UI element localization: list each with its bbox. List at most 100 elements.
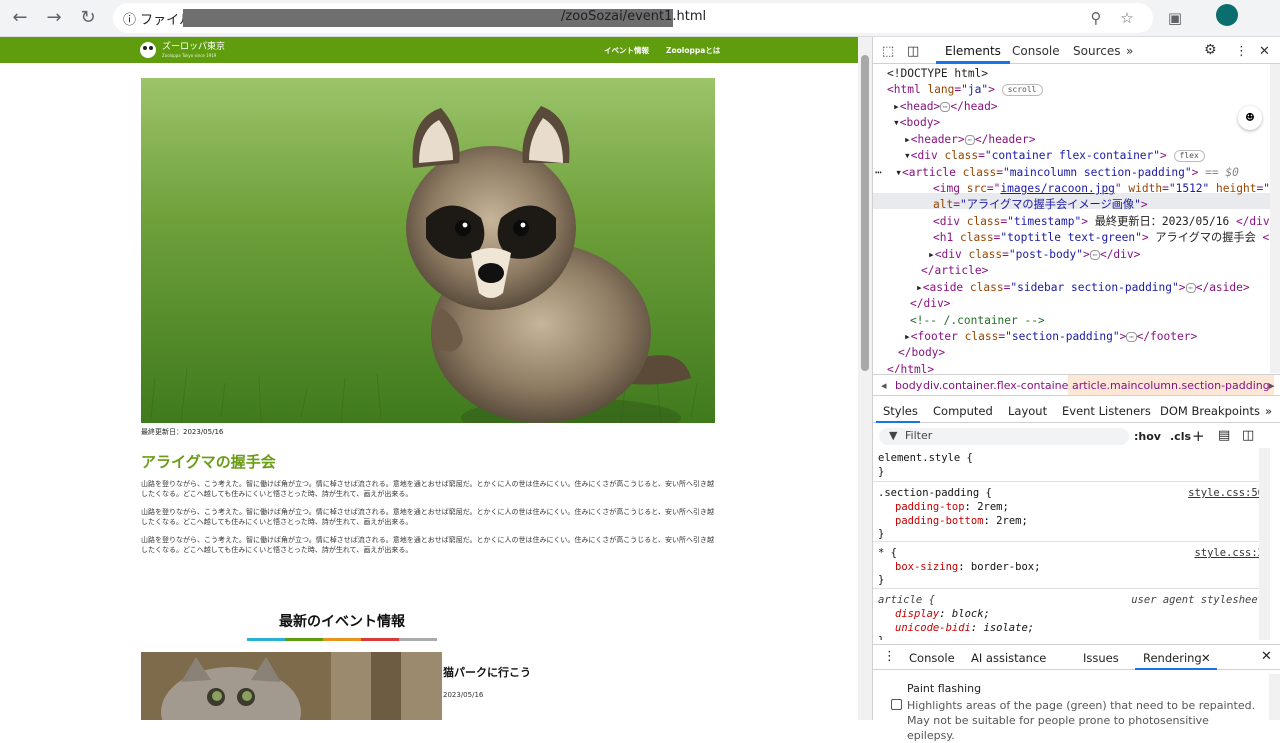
toggle-sidebar-icon[interactable]: ◫ — [1242, 428, 1254, 443]
back-icon[interactable]: ← — [8, 6, 32, 30]
dom-line-postbody[interactable]: ▸<div class="post-body"> ⋯ </div> — [928, 247, 1140, 264]
event-title-link[interactable]: 猫パークに行こう — [443, 664, 531, 680]
accessibility-icon[interactable]: ☻ — [1238, 106, 1262, 130]
drawer-tab-ai-assistance[interactable]: AI assistance — [971, 651, 1046, 665]
tab-sources[interactable]: Sources — [1073, 44, 1120, 58]
more-tabs-icon[interactable]: » — [1126, 44, 1133, 58]
drawer-scrollbar[interactable] — [1269, 674, 1280, 720]
dom-line-aside[interactable]: ▸<aside class="sidebar section-padding">… — [916, 280, 1250, 297]
address-bar[interactable]: ⓘ ファイル /zooSozai/event1.html — [113, 3, 1153, 33]
crumb-container[interactable]: div.container.flex-container — [923, 379, 1073, 392]
forward-icon[interactable]: → — [42, 6, 66, 30]
devtools-tabbar: ⬚ ◫ Elements Console Sources » ⚙ ⋮ ✕ — [873, 37, 1280, 64]
tab-event-listeners[interactable]: Event Listeners — [1062, 404, 1151, 418]
dom-tree[interactable]: <!DOCTYPE html> <html lang="ja"> scroll … — [873, 64, 1280, 373]
close-rendering-tab-icon[interactable]: ✕ — [1201, 651, 1211, 665]
paint-flashing-checkbox[interactable] — [891, 699, 902, 710]
recent-events-heading: 最新のイベント情報 — [279, 614, 405, 630]
styles-scrollbar[interactable] — [1259, 448, 1270, 640]
dom-line-div-close[interactable]: </div> — [910, 296, 950, 313]
dom-line-header[interactable]: ▸<header> ⋯ </header> — [904, 132, 1035, 149]
rule-article-ua[interactable]: article { user agent stylesheet display:… — [873, 589, 1270, 640]
dom-line-html[interactable]: <html lang="ja"> scroll — [887, 82, 1043, 99]
drawer-tabbar: ⋮ Console AI assistance Issues Rendering… — [873, 644, 1280, 670]
settings-gear-icon[interactable]: ⚙ — [1204, 42, 1217, 58]
tab-computed[interactable]: Computed — [933, 404, 993, 418]
panda-logo-icon[interactable] — [140, 42, 156, 58]
close-drawer-icon[interactable]: ✕ — [1261, 649, 1272, 664]
nav-events[interactable]: イベント情報 — [604, 45, 649, 56]
active-styles-underline — [876, 421, 920, 423]
dom-line-head[interactable]: ▸<head> ⋯ </head> — [893, 99, 998, 116]
timestamp: 最終更新日：2023/05/16 — [141, 428, 224, 436]
inspect-icon[interactable]: ⬚ — [882, 44, 894, 59]
url-path: /zooSozai/event1.html — [561, 9, 707, 24]
kitten-event-image[interactable] — [141, 652, 442, 720]
crumb-article[interactable]: article.maincolumn.section-padding — [1068, 375, 1274, 395]
hov-toggle[interactable]: :hov — [1134, 430, 1161, 443]
rule-universal[interactable]: * { style.css:2 box-sizing: border-box; … — [873, 542, 1270, 589]
zoom-icon[interactable]: ⚲ — [1086, 8, 1106, 28]
dom-line-html-close[interactable]: </html> — [887, 362, 934, 373]
tab-elements[interactable]: Elements — [945, 44, 1001, 58]
dom-line-body-close[interactable]: </body> — [898, 345, 945, 362]
dom-line-doctype[interactable]: <!DOCTYPE html> — [887, 66, 988, 83]
filter-placeholder: Filter — [905, 429, 933, 442]
rule-section-padding[interactable]: .section-padding { style.css:56 padding-… — [873, 482, 1270, 542]
heading-underline-segment — [361, 638, 399, 641]
new-rule-icon[interactable]: + — [1192, 427, 1205, 445]
crumb-scroll-right-icon[interactable]: ▸ — [1269, 379, 1275, 392]
drawer-tab-rendering[interactable]: Rendering — [1143, 651, 1202, 665]
heading-underline-segment — [323, 638, 361, 641]
dom-line-h1[interactable]: <h1 class="toptitle text-green"> アライグマの握… — [933, 230, 1280, 247]
rule-element-style[interactable]: element.style { } — [873, 448, 1270, 482]
tab-dom-breakpoints[interactable]: DOM Breakpoints — [1160, 404, 1260, 418]
dom-line-body[interactable]: ▾<body> — [893, 115, 940, 132]
more-options-icon[interactable]: ⋮ — [1235, 44, 1248, 59]
styles-filter-input[interactable]: ▼ Filter — [879, 428, 1129, 445]
event-date: 2023/05/16 — [443, 691, 484, 699]
crumb-body[interactable]: body — [895, 379, 922, 392]
dom-scrollbar[interactable] — [1270, 64, 1280, 373]
drawer-tab-issues[interactable]: Issues — [1083, 651, 1119, 665]
site-name[interactable]: ズーロッパ東京 — [162, 42, 225, 52]
page-scrollbar[interactable] — [858, 37, 872, 720]
flex-badge: flex — [1173, 150, 1205, 162]
styles-pane[interactable]: element.style { } .section-padding { sty… — [873, 448, 1270, 640]
dom-line-img[interactable]: <img src="images/racoon.jpg" width="1512… — [933, 181, 1280, 198]
dom-line-timestamp[interactable]: <div class="timestamp"> 最終更新日：2023/05/16… — [933, 214, 1276, 231]
dom-line-comment[interactable]: <!-- /.container --> — [910, 313, 1045, 330]
star-icon[interactable]: ☆ — [1117, 8, 1137, 28]
extensions-icon[interactable]: ▣ — [1165, 8, 1185, 28]
scroll-badge: scroll — [1001, 84, 1043, 96]
drawer-menu-icon[interactable]: ⋮ — [883, 649, 896, 664]
scrollbar-thumb[interactable] — [861, 55, 869, 371]
info-icon[interactable]: ⓘ ファイル — [123, 9, 192, 28]
post-paragraph: 山路を登りながら、こう考えた。智に働けば角が立つ。情に棹させば流される。意地を通… — [141, 536, 714, 554]
dom-line-footer[interactable]: ▸<footer class="section-padding"> ⋯ </foot… — [904, 329, 1197, 346]
reload-icon[interactable]: ↻ — [76, 6, 100, 30]
dom-line-container[interactable]: ▾<div class="container flex-container"> … — [904, 148, 1205, 165]
paint-flashing-description: Highlights areas of the page (green) tha… — [907, 699, 1256, 742]
dom-line-article[interactable]: ⋯ ▾<article class="maincolumn section-pa… — [875, 165, 1239, 182]
breadcrumb: ◂ body div.container.flex-container arti… — [873, 374, 1280, 396]
style-source-link[interactable]: style.css:56 — [1188, 486, 1264, 500]
tab-styles[interactable]: Styles — [883, 404, 918, 418]
site-header: ズーロッパ東京 Zooloppa Tokyo since 1919 イベント情報… — [0, 37, 858, 63]
browser-toolbar: ← → ↻ ⓘ ファイル /zooSozai/event1.html ⚲ ☆ ▣ — [0, 0, 1280, 37]
drawer-tab-console[interactable]: Console — [909, 651, 955, 665]
paint-bucket-icon[interactable]: ▤ — [1218, 428, 1230, 443]
style-source-link[interactable]: style.css:2 — [1194, 546, 1264, 560]
nav-about[interactable]: Zooloppaとは — [666, 45, 720, 56]
profile-avatar[interactable] — [1216, 4, 1238, 26]
close-devtools-icon[interactable]: ✕ — [1259, 44, 1270, 59]
tab-console[interactable]: Console — [1012, 44, 1060, 58]
device-toolbar-icon[interactable]: ◫ — [907, 44, 919, 59]
dom-line-article-close[interactable]: </article> — [921, 263, 988, 280]
more-styles-tabs-icon[interactable]: » — [1265, 404, 1272, 418]
crumb-scroll-left-icon[interactable]: ◂ — [881, 379, 887, 392]
active-drawer-underline — [1135, 668, 1217, 670]
dom-line-img-alt[interactable]: alt="アライグマの握手会イメージ画像"> — [933, 197, 1148, 214]
cls-toggle[interactable]: .cls — [1170, 430, 1191, 443]
tab-layout[interactable]: Layout — [1008, 404, 1047, 418]
